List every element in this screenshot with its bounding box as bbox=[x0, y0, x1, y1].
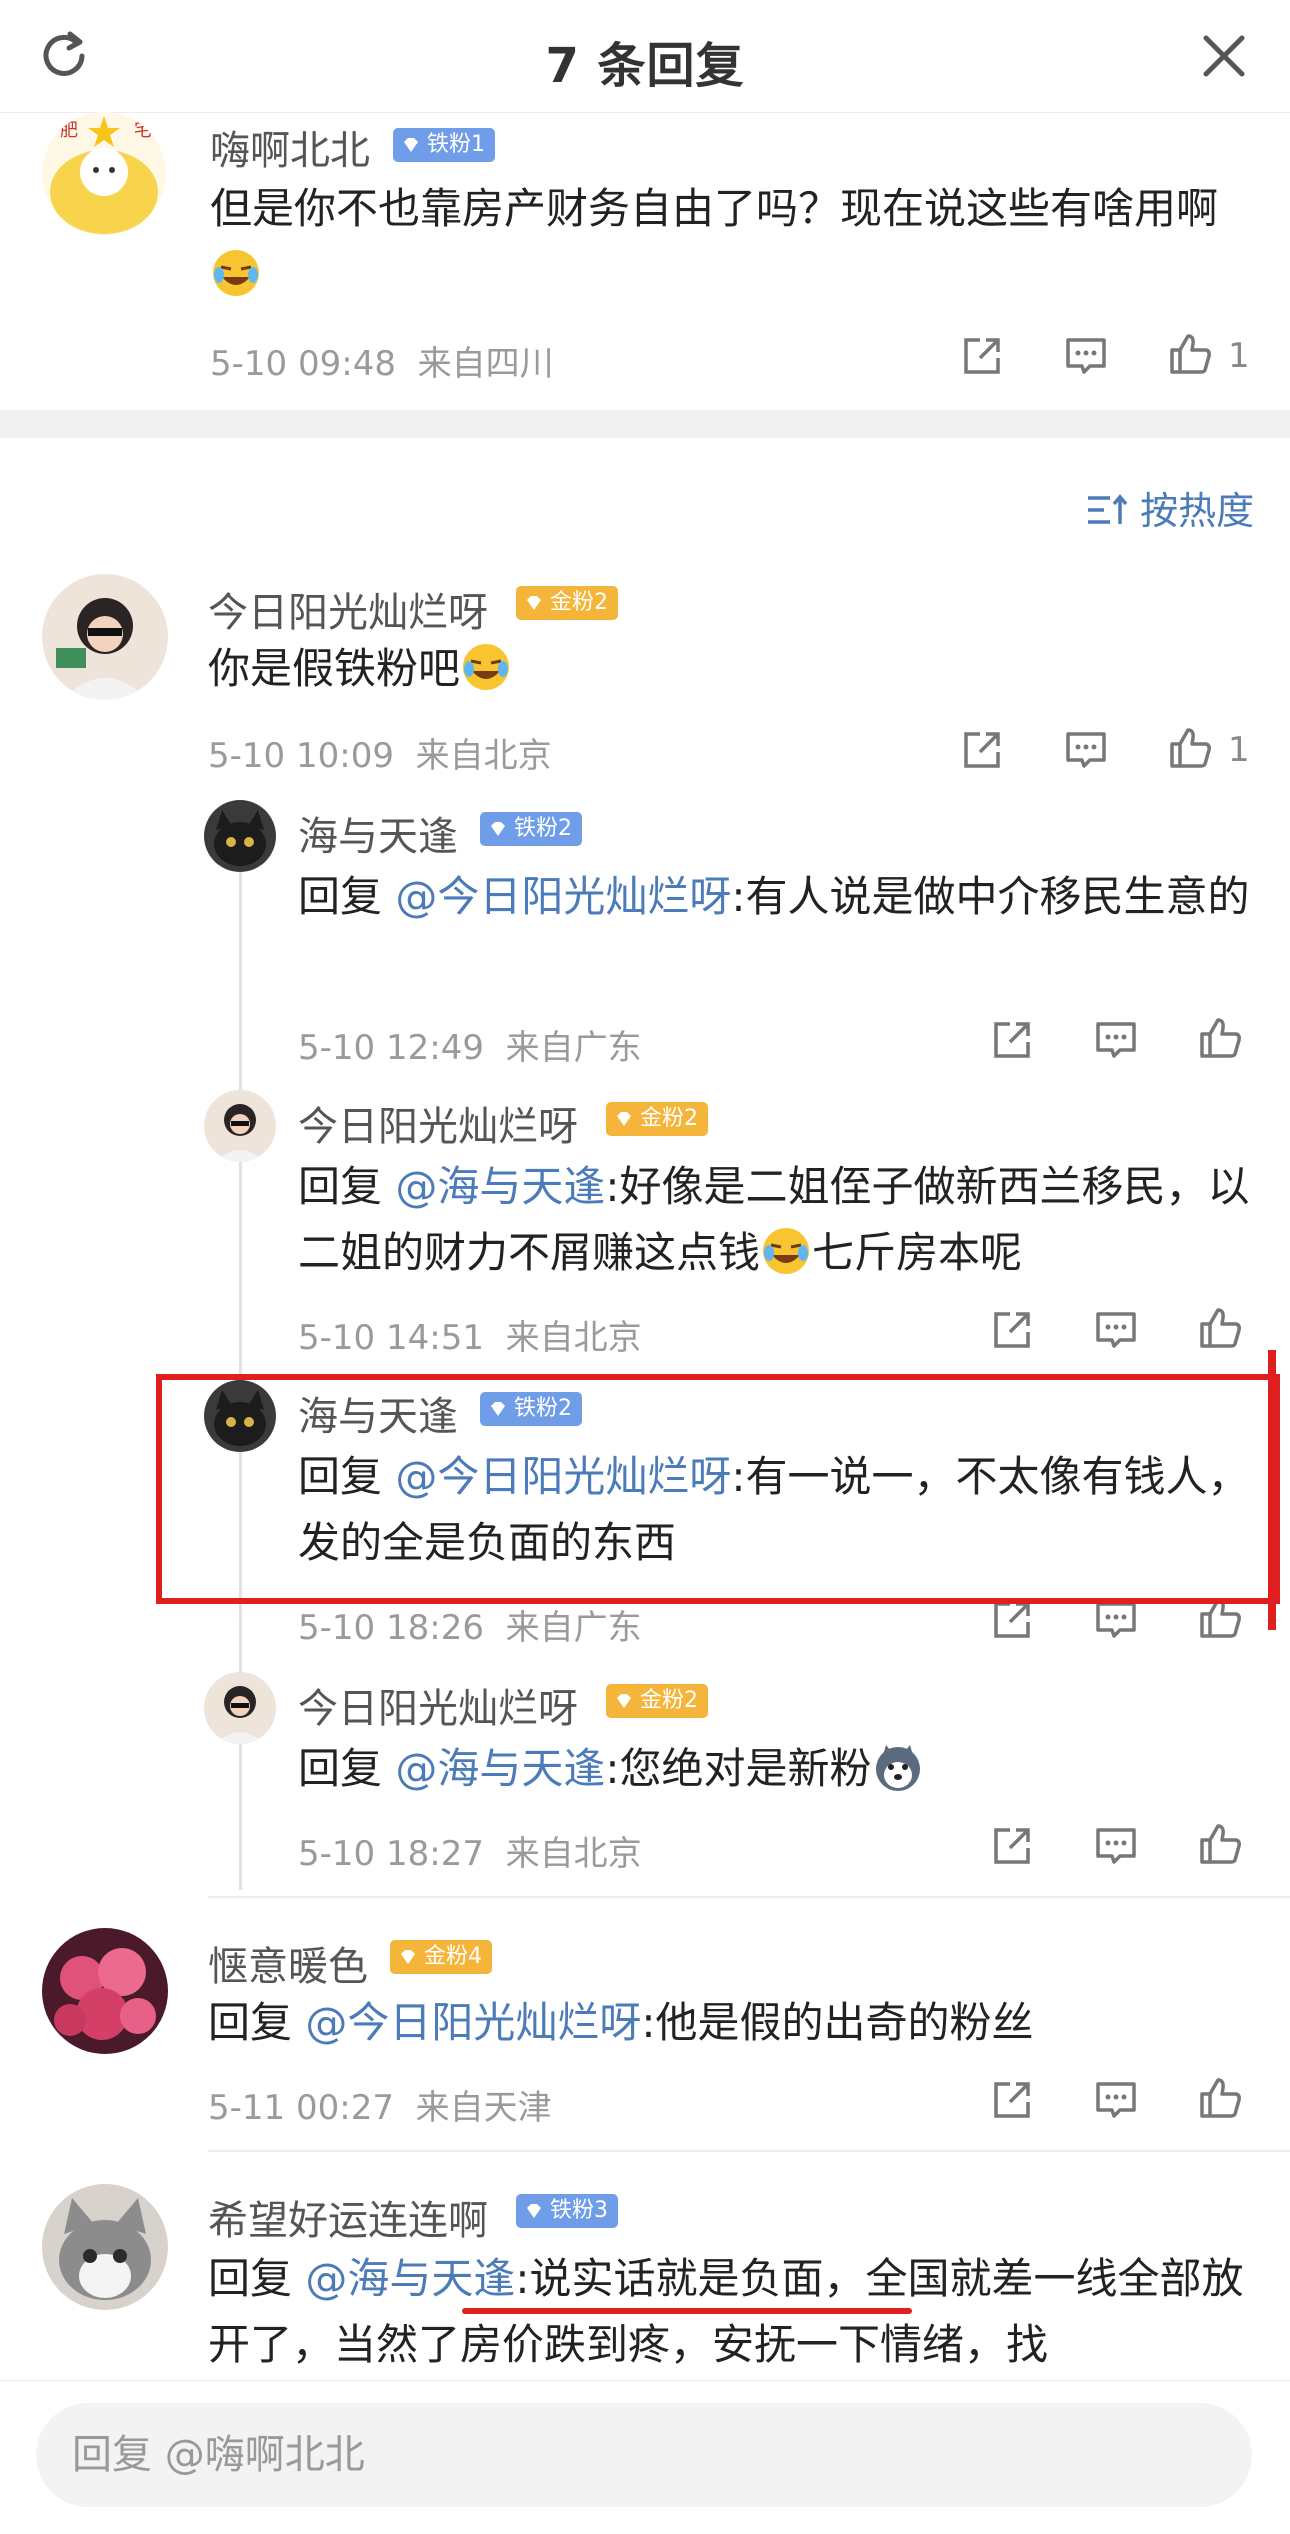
avatar[interactable] bbox=[42, 1928, 168, 2054]
share-icon[interactable] bbox=[958, 726, 1006, 774]
share-icon[interactable] bbox=[988, 1016, 1036, 1064]
comment-username[interactable]: 今日阳光灿烂呀 bbox=[298, 1676, 578, 1734]
reply-bar: 回复 @嗨啊北北 bbox=[0, 2380, 1290, 2534]
like-icon[interactable] bbox=[1196, 2074, 1244, 2122]
mention-link[interactable]: @今日阳光灿烂呀 bbox=[305, 1998, 641, 2047]
share-icon[interactable] bbox=[988, 1822, 1036, 1870]
crown-icon bbox=[617, 1112, 631, 1126]
header-bar: 7 条回复 bbox=[0, 0, 1290, 113]
comment-text: 回复 @海与天逢:好像是二姐侄子做新西兰移民，以二姐的财力不屑赚这点钱 七斤房本呢 bbox=[298, 1162, 1250, 1277]
annotation-box bbox=[156, 1374, 1280, 1604]
comment-text: 你是假铁粉吧 bbox=[208, 636, 512, 702]
reply-input[interactable]: 回复 @嗨啊北北 bbox=[36, 2403, 1252, 2507]
comment-icon[interactable] bbox=[1062, 332, 1110, 380]
fan-badge: 铁粉3 bbox=[516, 2194, 618, 2228]
like-icon[interactable] bbox=[1166, 724, 1214, 772]
crown-icon bbox=[617, 1694, 631, 1708]
diamond-icon bbox=[527, 2204, 541, 2218]
laugh-cry-emoji bbox=[463, 644, 510, 690]
comment-meta: 5-10 18:26 来自广东 bbox=[298, 1608, 642, 1648]
comment-meta: 5-10 14:51 来自北京 bbox=[298, 1318, 642, 1358]
annotation-underline bbox=[462, 2308, 912, 2314]
svg-text:宅: 宅 bbox=[134, 120, 152, 141]
diamond-icon bbox=[491, 822, 505, 836]
comment-text: 回复 @今日阳光灿烂呀:他是假的出奇的粉丝 bbox=[208, 1998, 1034, 2047]
comment-meta: 5-10 10:09 来自北京 bbox=[208, 736, 552, 776]
fan-badge: 铁粉1 bbox=[393, 128, 495, 162]
comment-icon[interactable] bbox=[1092, 2076, 1140, 2124]
crown-icon bbox=[401, 1950, 415, 1964]
fan-badge: 金粉4 bbox=[390, 1940, 492, 1974]
share-icon[interactable] bbox=[958, 332, 1006, 380]
like-icon[interactable] bbox=[1166, 330, 1214, 378]
comment-icon[interactable] bbox=[1092, 1306, 1140, 1354]
svg-text:肥: 肥 bbox=[60, 120, 78, 141]
comment-text: 回复 @今日阳光灿烂呀:有人说是做中介移民生意的 bbox=[298, 872, 1250, 921]
page-title: 7 条回复 bbox=[545, 38, 745, 94]
comment-text: 回复 @海与天逢:您绝对是新粉 bbox=[298, 1736, 924, 1802]
fan-badge: 铁粉2 bbox=[480, 812, 582, 846]
avatar[interactable] bbox=[204, 1090, 276, 1162]
like-icon[interactable] bbox=[1196, 1820, 1244, 1868]
comment-divider bbox=[208, 1896, 1290, 1898]
fan-badge: 金粉2 bbox=[606, 1684, 708, 1718]
avatar[interactable] bbox=[204, 800, 276, 872]
section-separator bbox=[0, 410, 1290, 438]
comment-username[interactable]: 希望好运连连啊 bbox=[208, 2188, 488, 2246]
mention-link[interactable]: @海与天逢 bbox=[395, 1744, 605, 1793]
mention-link[interactable]: @今日阳光灿烂呀 bbox=[395, 872, 731, 921]
share-icon[interactable] bbox=[988, 1306, 1036, 1354]
comment-username[interactable]: 今日阳光灿烂呀 bbox=[208, 580, 488, 638]
avatar[interactable] bbox=[204, 1672, 276, 1744]
annotation-mark bbox=[1268, 1350, 1276, 1630]
laugh-cry-emoji bbox=[213, 250, 259, 296]
comment-meta: 5-11 00:27 来自天津 bbox=[208, 2088, 552, 2128]
comment-divider bbox=[208, 2150, 1290, 2152]
like-count: 1 bbox=[1228, 730, 1250, 770]
fan-badge: 金粉2 bbox=[606, 1102, 708, 1136]
share-icon[interactable] bbox=[988, 2076, 1036, 2124]
comment-meta: 5-10 18:27 来自北京 bbox=[298, 1834, 642, 1874]
close-icon[interactable] bbox=[1192, 24, 1256, 88]
avatar[interactable] bbox=[42, 2184, 168, 2310]
comment-icon[interactable] bbox=[1062, 726, 1110, 774]
fan-badge: 金粉2 bbox=[516, 586, 618, 620]
husky-emoji bbox=[875, 1745, 920, 1791]
comment-text: 但是你不也靠房产财务自由了吗？现在说这些有啥用啊 bbox=[210, 176, 1230, 308]
crown-icon bbox=[527, 596, 541, 610]
mention-link[interactable]: @海与天逢 bbox=[395, 1162, 605, 1211]
sort-button[interactable]: 按热度 bbox=[1084, 480, 1254, 535]
diamond-icon bbox=[404, 138, 418, 152]
like-count: 1 bbox=[1228, 336, 1250, 376]
sort-icon bbox=[1088, 494, 1128, 524]
comment-username[interactable]: 惬意暖色 bbox=[208, 1934, 368, 1992]
like-icon[interactable] bbox=[1196, 1304, 1244, 1352]
laugh-cry-emoji bbox=[763, 1228, 810, 1274]
like-icon[interactable] bbox=[1196, 1014, 1244, 1062]
comment-username[interactable]: 今日阳光灿烂呀 bbox=[298, 1094, 578, 1152]
comment-username[interactable]: 嗨啊北北 bbox=[210, 118, 370, 176]
avatar[interactable] bbox=[42, 574, 168, 700]
comment-icon[interactable] bbox=[1092, 1016, 1140, 1064]
mention-link[interactable]: @海与天逢 bbox=[305, 2254, 515, 2303]
comment-username[interactable]: 海与天逢 bbox=[298, 804, 458, 862]
avatar[interactable]: 肥 宅 bbox=[42, 112, 166, 236]
comment-meta: 5-10 12:49 来自广东 bbox=[298, 1028, 642, 1068]
comment-icon[interactable] bbox=[1092, 1822, 1140, 1870]
comment-meta: 5-10 09:48 来自四川 bbox=[210, 344, 554, 384]
